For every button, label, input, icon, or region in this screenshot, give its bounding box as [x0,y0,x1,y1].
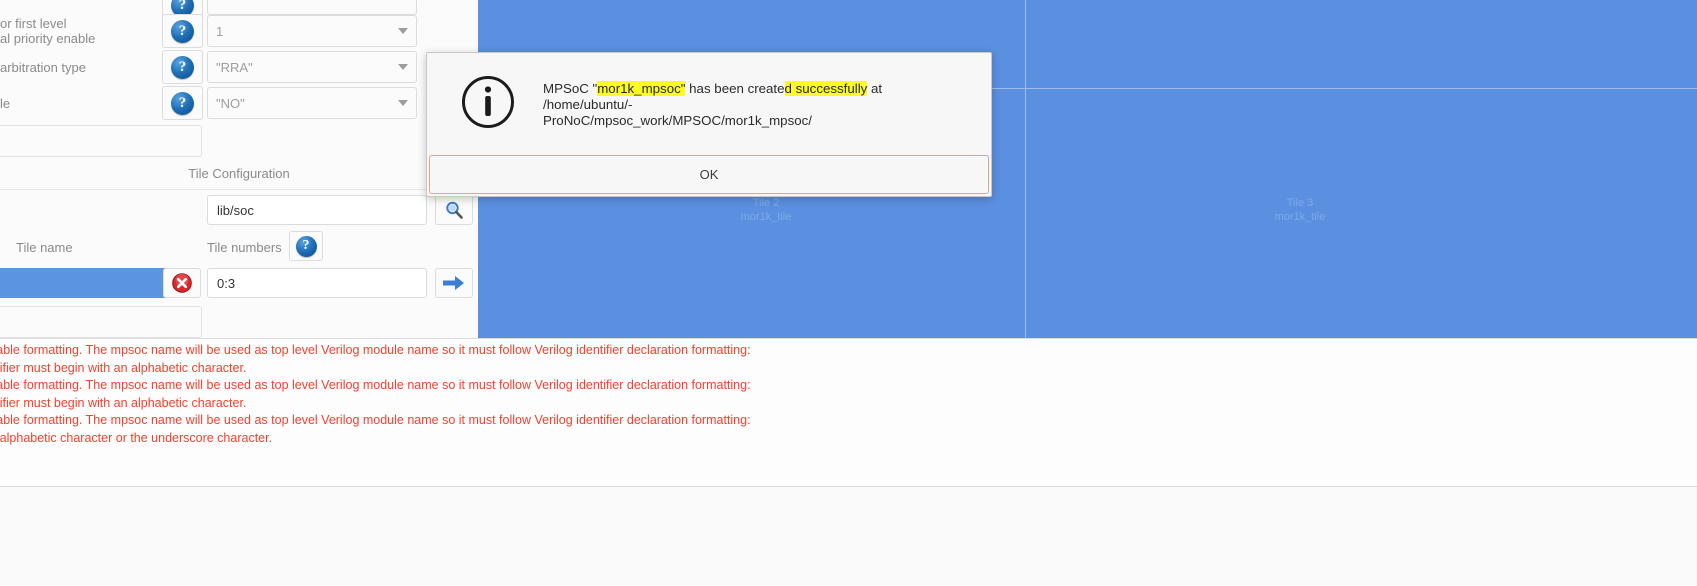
param-combo-0[interactable]: 1 [207,15,417,47]
error-log-panel[interactable]: n with an unacceptable formatting. The m… [0,338,1697,486]
error-log-line: n with an unacceptable formatting. The m… [0,343,751,357]
dialog-ok-button[interactable]: OK [429,155,989,194]
error-log-line: ot defined! An Identifier must begin wit… [0,360,247,375]
dialog-text-highlight2: d successfully [784,81,868,96]
error-log-line: must begin with an alphabetic character … [0,430,273,445]
tile-numbers-header: Tile numbers [207,240,282,255]
success-dialog: MPSoC "mor1k_mpsoc" has been created suc… [426,52,992,197]
dialog-text-name: mor1k_mpsoc" [597,81,686,96]
tile-name-header: Tile name [16,240,73,255]
lib-path-input[interactable]: lib/soc [207,195,427,225]
dialog-body: MPSoC "mor1k_mpsoc" has been created suc… [427,53,991,155]
help-button-0[interactable]: ? [162,14,203,48]
param-value-0: 1 [216,23,224,39]
param-label-1: arbitration type [0,59,86,75]
error-log-line: n with an unacceptable formatting. The m… [0,378,751,392]
parameters-field[interactable]: rameters [0,125,202,157]
param-label-0: or first level al priority enable [0,16,96,46]
help-button-1[interactable]: ? [162,50,203,84]
param-combo-2[interactable]: "NO" [207,87,417,119]
dialog-text-prefix: MPSoC " [543,81,598,96]
param-row-1: arbitration type ? "RRA" [0,50,478,84]
remove-tile-button[interactable] [163,268,201,298]
dialog-text-middle: has been create [685,81,785,96]
remove-circle-icon [172,273,192,293]
chevron-down-icon [398,100,408,106]
browse-library-button[interactable] [435,195,473,225]
param-value-2: "NO" [216,95,245,111]
help-icon: ? [171,91,194,115]
configuration-panel: ? or first level al priority enable ? 1 … [0,0,478,338]
error-log-line: n with an unacceptable formatting. The m… [0,413,751,427]
param-row-2: le ? "NO" [0,86,478,120]
help-icon: ? [171,19,194,43]
dialog-text-line2: ProNoC/mpsoc_work/MPSOC/mor1k_mpsoc/ [543,113,812,128]
param-row-0: or first level al priority enable ? 1 [0,14,478,48]
combo-partial[interactable] [207,0,417,15]
canvas-tile-3-label: Tile 3 mor1k_tile [1274,197,1326,223]
bottom-toolbar: Load MPSoC MPSoC name: mor1k_mpsoc [0,486,1697,586]
canvas-tile-2-label: Tile 2 mor1k_tile [740,197,792,223]
chevron-down-icon [398,64,408,70]
canvas-gridline-vertical [1025,0,1026,338]
param-combo-1[interactable]: "RRA" [207,51,417,83]
apply-tile-button[interactable] [435,268,473,298]
tile-name-input[interactable]: mor1k_tile [0,268,182,298]
dialog-message: MPSoC "mor1k_mpsoc" has been created suc… [543,75,967,129]
error-log-line: ot defined! An Identifier must begin wit… [0,395,247,410]
chevron-down-icon [398,28,408,34]
magnifier-icon [446,201,463,219]
application-window: ? or first level al priority enable ? 1 … [0,0,1697,586]
info-circle-icon [462,76,514,128]
setting-field[interactable]: tting [0,306,202,338]
arrow-right-icon [443,276,464,290]
tile-configuration-title: Tile Configuration [0,166,478,190]
help-icon: ? [295,235,317,257]
param-value-1: "RRA" [216,59,253,75]
tile-numbers-input[interactable]: 0:3 [207,268,427,298]
help-icon: ? [171,55,194,79]
help-button-2[interactable]: ? [162,86,203,120]
param-label-2: le [0,95,11,111]
tile-numbers-help-button[interactable]: ? [289,231,323,261]
